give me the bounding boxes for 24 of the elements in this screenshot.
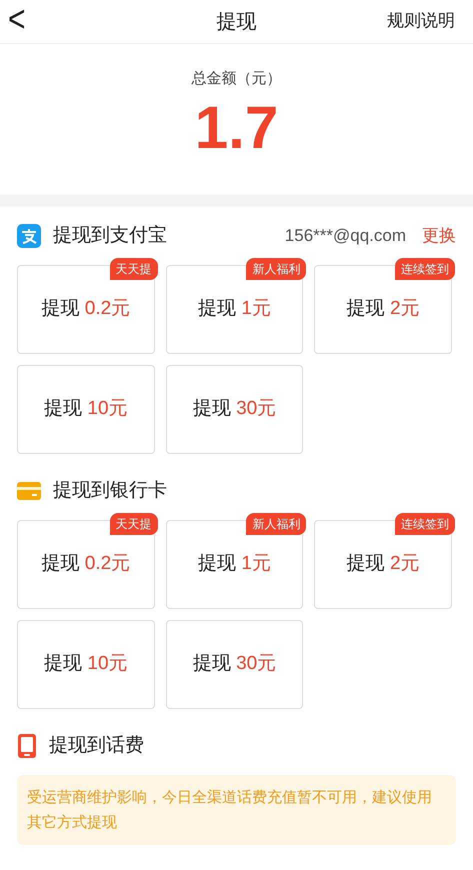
rules-link[interactable]: 规则说明	[387, 8, 455, 34]
promo-badge: 新人福利	[246, 258, 306, 280]
payment-app-icon	[17, 224, 41, 248]
page-title: 提现	[216, 10, 256, 34]
bank-card-icon	[17, 481, 41, 501]
withdraw-option[interactable]: 提现 10元	[17, 365, 155, 454]
total-amount: 1.7	[194, 92, 278, 162]
promo-badge: 连续签到	[395, 513, 455, 535]
account-text: 156***@qq.com	[284, 225, 406, 248]
notice-text: 受运营商维护影响，今日全渠道话费充值暂不可用，建议使用其它方式提现	[17, 775, 456, 845]
total-label: 总金额（元）	[192, 69, 282, 89]
section-title: 提现到支付宝	[53, 224, 167, 248]
withdraw-option[interactable]: 提现 30元	[166, 365, 304, 454]
change-link[interactable]: 更换	[422, 223, 456, 249]
withdraw-option[interactable]: 提现 10元	[17, 620, 155, 709]
promo-badge: 连续签到	[395, 258, 455, 280]
withdraw-option[interactable]: 提现 30元	[166, 620, 304, 709]
promo-badge: 新人福利	[246, 513, 306, 535]
promo-badge: 天天提	[110, 258, 158, 280]
promo-badge: 天天提	[110, 513, 158, 535]
section-title: 提现到银行卡	[53, 478, 167, 503]
section-title: 提现到话费	[49, 734, 144, 758]
back-button[interactable]: <	[8, 0, 26, 42]
phone-icon	[17, 733, 37, 759]
